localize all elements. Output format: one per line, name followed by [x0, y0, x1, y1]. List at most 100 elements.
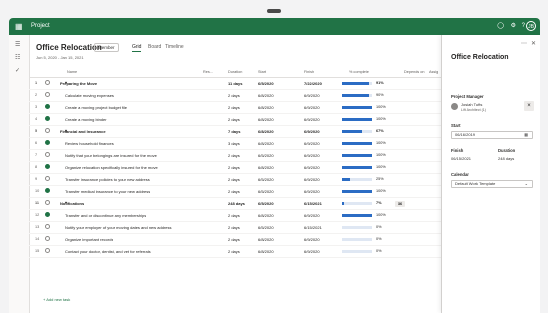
task-duration[interactable]: 2 days: [228, 153, 240, 158]
task-start[interactable]: 6/5/2020: [258, 189, 274, 194]
column-header-start[interactable]: Start: [258, 70, 266, 74]
percent-complete[interactable]: 100%: [376, 213, 386, 217]
task-name[interactable]: Contact your doctor, dentist, and vet fo…: [65, 249, 151, 254]
task-row[interactable]: 8 Organize relocation specifically insure…: [29, 162, 441, 174]
task-start[interactable]: 6/8/2020: [258, 117, 274, 122]
task-complete-checkbox[interactable]: [45, 188, 50, 193]
user-avatar[interactable]: JB: [526, 21, 536, 31]
task-name[interactable]: Transfer and or discontinue any membersh…: [65, 213, 146, 218]
task-start[interactable]: 6/8/2020: [258, 249, 274, 254]
task-row[interactable]: 9 Transfer insurance policies to your new…: [29, 174, 441, 186]
task-complete-checkbox[interactable]: [45, 248, 50, 253]
percent-complete[interactable]: 0%: [376, 249, 382, 253]
task-complete-checkbox[interactable]: [45, 176, 50, 181]
percent-complete[interactable]: 100%: [376, 105, 386, 109]
task-start[interactable]: 6/5/2020: [258, 81, 274, 86]
task-duration[interactable]: 2 days: [228, 189, 240, 194]
task-duration[interactable]: 2 days: [228, 165, 240, 170]
add-task-button[interactable]: + Add new task: [43, 297, 70, 302]
task-duration[interactable]: 2 days: [228, 105, 240, 110]
column-header-depends[interactable]: Depends on: [404, 70, 424, 74]
calendar-icon[interactable]: ▦: [524, 132, 528, 138]
task-finish[interactable]: 7/22/2020: [304, 81, 322, 86]
task-finish[interactable]: 6/9/2020: [304, 165, 320, 170]
task-name[interactable]: Notify that your belongings are insured …: [65, 153, 157, 158]
task-complete-checkbox[interactable]: [45, 128, 50, 133]
menu-icon[interactable]: ☰: [15, 41, 20, 48]
task-row[interactable]: 4 Create a moving binder 2 days 6/8/2020 6/9…: [29, 114, 441, 126]
percent-complete[interactable]: 0%: [376, 237, 382, 241]
task-row[interactable]: 2 Calculate moving expenses 2 days 6/8/2020…: [29, 90, 441, 102]
start-date-field[interactable]: 06/16/2019 ▦: [451, 131, 533, 139]
task-complete-checkbox[interactable]: [45, 152, 50, 157]
task-name[interactable]: Organize relocation specifically insured…: [65, 165, 158, 170]
task-name[interactable]: Organize important records: [65, 237, 113, 242]
percent-complete[interactable]: 7%: [376, 201, 382, 205]
column-header-name[interactable]: Name: [67, 70, 77, 74]
task-complete-checkbox[interactable]: [45, 116, 50, 121]
summary-task-row[interactable]: 11 ▾ Notifications 248 days 6/5/2020 6/15/202…: [29, 198, 441, 210]
percent-complete[interactable]: 100%: [376, 189, 386, 193]
percent-complete[interactable]: 91%: [376, 81, 384, 85]
tab-timeline[interactable]: Timeline: [165, 44, 184, 50]
column-header-finish[interactable]: Finish: [304, 70, 314, 74]
task-complete-checkbox[interactable]: [45, 224, 50, 229]
task-row[interactable]: 14 Organize important records 2 days 6/8/20…: [29, 234, 441, 246]
task-duration[interactable]: 7 days: [228, 129, 240, 134]
percent-complete[interactable]: 0%: [376, 225, 382, 229]
task-finish[interactable]: 6/9/2020: [304, 129, 320, 134]
task-row[interactable]: 10 Transfer medical insurance to your new…: [29, 186, 441, 198]
task-duration[interactable]: 2 days: [228, 213, 240, 218]
task-name[interactable]: Transfer insurance policies to your new …: [65, 177, 150, 182]
task-duration[interactable]: 11 days: [228, 81, 242, 86]
column-header-assigned[interactable]: Assig: [429, 70, 438, 74]
task-name[interactable]: Review household finances: [65, 141, 114, 146]
percent-complete[interactable]: 100%: [376, 153, 386, 157]
task-duration[interactable]: 2 days: [228, 249, 240, 254]
task-start[interactable]: 6/5/2020: [258, 225, 274, 230]
task-start[interactable]: 6/5/2020: [258, 177, 274, 182]
task-row[interactable]: 7 Notify that your belongings are insured…: [29, 150, 441, 162]
app-title[interactable]: Project: [31, 21, 50, 32]
task-row[interactable]: 6 Review household finances 3 days 6/8/2020…: [29, 138, 441, 150]
task-start[interactable]: 6/8/2020: [258, 165, 274, 170]
task-name[interactable]: Create a moving project budget file: [65, 105, 127, 110]
task-finish[interactable]: 6/9/2020: [304, 237, 320, 242]
task-finish[interactable]: 6/9/2020: [304, 177, 320, 182]
percent-complete[interactable]: 100%: [376, 165, 386, 169]
task-name[interactable]: Create a moving binder: [65, 117, 107, 122]
help-icon[interactable]: ◯: [497, 21, 504, 32]
task-finish[interactable]: 6/9/2020: [304, 189, 320, 194]
task-name[interactable]: Notify your employer of your moving date…: [65, 225, 172, 230]
task-finish[interactable]: 6/9/2020: [304, 141, 320, 146]
task-finish[interactable]: 6/9/2020: [304, 153, 320, 158]
task-name[interactable]: Transfer medical insurance to your new a…: [65, 189, 150, 194]
task-finish[interactable]: 6/9/2020: [304, 213, 320, 218]
task-start[interactable]: 6/8/2020: [258, 129, 274, 134]
task-duration[interactable]: 248 days: [228, 201, 245, 206]
task-finish[interactable]: 6/15/2021: [304, 201, 322, 206]
task-start[interactable]: 6/5/2020: [258, 153, 274, 158]
task-start[interactable]: 6/5/2020: [258, 201, 274, 206]
task-complete-checkbox[interactable]: [45, 212, 50, 217]
percent-complete[interactable]: 100%: [376, 141, 386, 145]
task-finish[interactable]: 6/15/2021: [304, 225, 322, 230]
task-finish[interactable]: 6/9/2020: [304, 105, 320, 110]
tab-grid[interactable]: Grid: [132, 44, 142, 52]
depends-on-badge[interactable]: 36: [395, 201, 405, 207]
task-complete-checkbox[interactable]: [45, 140, 50, 145]
task-duration[interactable]: 2 days: [228, 237, 240, 242]
task-name[interactable]: Calculate moving expenses: [65, 93, 114, 98]
summary-task-row[interactable]: 1 ▾ Preparing the Move 11 days 6/5/2020 7/22/…: [29, 78, 441, 90]
column-header-complete[interactable]: % complete: [349, 70, 369, 74]
task-complete-checkbox[interactable]: [45, 80, 50, 85]
summary-task-row[interactable]: 5 ▾ Financial and Insurance 7 days 6/8/2020 6…: [29, 126, 441, 138]
task-start[interactable]: 6/8/2020: [258, 141, 274, 146]
task-row[interactable]: 12 Transfer and or discontinue any member…: [29, 210, 441, 222]
task-name[interactable]: Financial and Insurance: [60, 129, 106, 134]
question-icon[interactable]: ?: [522, 21, 525, 32]
calendar-select[interactable]: Default Work Template ⌄: [451, 180, 533, 188]
close-icon[interactable]: ✕: [531, 40, 536, 47]
percent-complete[interactable]: 90%: [376, 93, 384, 97]
task-duration[interactable]: 2 days: [228, 117, 240, 122]
